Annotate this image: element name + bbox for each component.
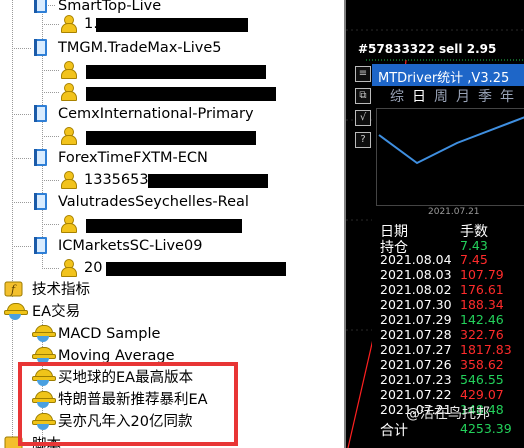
tree-branch	[42, 70, 60, 71]
indicators-folder-icon: f	[4, 281, 24, 297]
account-icon	[34, 237, 47, 254]
row-value: 322.76	[460, 327, 504, 342]
row-date: 2021.08.02	[380, 282, 452, 297]
tab-overview[interactable]: 综	[390, 88, 404, 106]
user-icon	[60, 215, 77, 233]
row-value: 176.61	[460, 282, 504, 297]
tab-year[interactable]: 年	[500, 88, 514, 106]
expert-advisors-icon	[4, 302, 28, 320]
panel-help-icon[interactable]: ?	[355, 132, 371, 148]
user-icon	[60, 83, 77, 101]
row-date: 2021.07.27	[380, 342, 452, 357]
redaction-bar	[96, 18, 248, 32]
tree-line	[12, 0, 13, 298]
account-name[interactable]: ICMarketsSC-Live09	[58, 237, 202, 255]
tab-month[interactable]: 月	[456, 88, 470, 106]
stats-panel-title: MTDriver统计 ,V3.25	[378, 71, 510, 86]
row-date: 2021.07.29	[380, 312, 452, 327]
user-icon	[60, 259, 77, 277]
redaction-bar	[106, 262, 286, 276]
account-icon	[34, 149, 47, 166]
tree-branch	[12, 202, 32, 203]
watermark-text: @活在鸟托邦	[406, 406, 490, 422]
row-date: 2021.07.28	[380, 327, 452, 342]
row-value: 429.07	[460, 387, 504, 402]
user-icon	[60, 171, 77, 189]
holding-value: 7.43	[460, 238, 488, 253]
panel-menu-icon[interactable]: ≡	[355, 66, 371, 82]
user-icon	[60, 15, 77, 33]
tree-branch	[12, 114, 32, 115]
account-icon	[34, 105, 47, 122]
row-value: 7.45	[460, 252, 488, 267]
ea-item[interactable]: MACD Sample	[58, 325, 160, 343]
panel-check-icon[interactable]: √	[355, 110, 371, 126]
indicators-label[interactable]: 技术指标	[32, 281, 90, 299]
tree-branch	[42, 24, 60, 25]
redaction-bar	[86, 65, 266, 79]
row-date: 2021.08.03	[380, 267, 452, 282]
account-icon	[34, 0, 47, 13]
account-name[interactable]: CemxInternational-Primary	[58, 105, 254, 123]
account-icon	[34, 193, 47, 210]
tree-branch	[42, 136, 60, 137]
total-label: 合计	[380, 423, 408, 439]
tree-branch	[42, 268, 60, 269]
account-login[interactable]: 20	[84, 259, 102, 277]
equity-curve	[378, 116, 524, 165]
row-value: 546.55	[460, 372, 504, 387]
tab-quarter[interactable]: 季	[478, 88, 492, 106]
user-icon	[60, 61, 77, 79]
panel-settings-icon[interactable]: ⧉	[355, 88, 371, 104]
account-name[interactable]: SmartTop-Live	[58, 0, 161, 15]
expert-icon	[32, 324, 56, 342]
tree-branch	[42, 92, 60, 93]
panel-toolbar: ≡ ⧉ √ ?	[352, 64, 372, 164]
row-value: 142.46	[460, 312, 504, 327]
redaction-bar	[86, 87, 276, 101]
axis-date-label: 2021.07.21	[428, 207, 480, 217]
row-value: 1817.83	[460, 342, 512, 357]
tree-branch	[12, 158, 32, 159]
account-icon	[34, 39, 47, 56]
tree-branch	[42, 180, 60, 181]
tree-branch	[42, 224, 60, 225]
row-value: 358.62	[460, 357, 504, 372]
watermark: @活在鸟托邦	[406, 403, 490, 423]
tab-day[interactable]: 日	[412, 88, 426, 106]
account-login[interactable]: 1335653	[84, 171, 149, 189]
equity-mini-chart	[376, 108, 524, 206]
row-date: 2021.07.30	[380, 297, 452, 312]
navigator-panel: SmartTop-Live 1… TMGM.TradeMax-Live5 Cem…	[0, 0, 344, 448]
total-value: 4253.39	[460, 421, 512, 436]
tab-week[interactable]: 周	[434, 88, 448, 106]
row-date: 2021.07.26	[380, 357, 452, 372]
ticker-text: #57833322 sell 2.95	[358, 42, 497, 56]
tree-branch	[12, 246, 32, 247]
row-value: 107.79	[460, 267, 504, 282]
redaction-bar	[148, 174, 268, 188]
row-date: 2021.07.23	[380, 372, 452, 387]
account-name[interactable]: ValutradesSeychelles-Real	[58, 193, 249, 211]
row-date: 2021.08.04	[380, 252, 452, 267]
expert-advisors-label[interactable]: EA交易	[32, 303, 80, 321]
redaction-bar	[86, 219, 242, 233]
account-name[interactable]: TMGM.TradeMax-Live5	[58, 39, 221, 57]
row-value: 188.34	[460, 297, 504, 312]
user-icon	[60, 127, 77, 145]
row-date: 2021.07.22	[380, 387, 452, 402]
tree-line	[12, 306, 13, 448]
redaction-bar	[86, 131, 256, 145]
account-name[interactable]: ForexTimeFXTM-ECN	[58, 149, 208, 167]
highlight-box	[18, 362, 238, 446]
tree-branch	[12, 48, 32, 49]
